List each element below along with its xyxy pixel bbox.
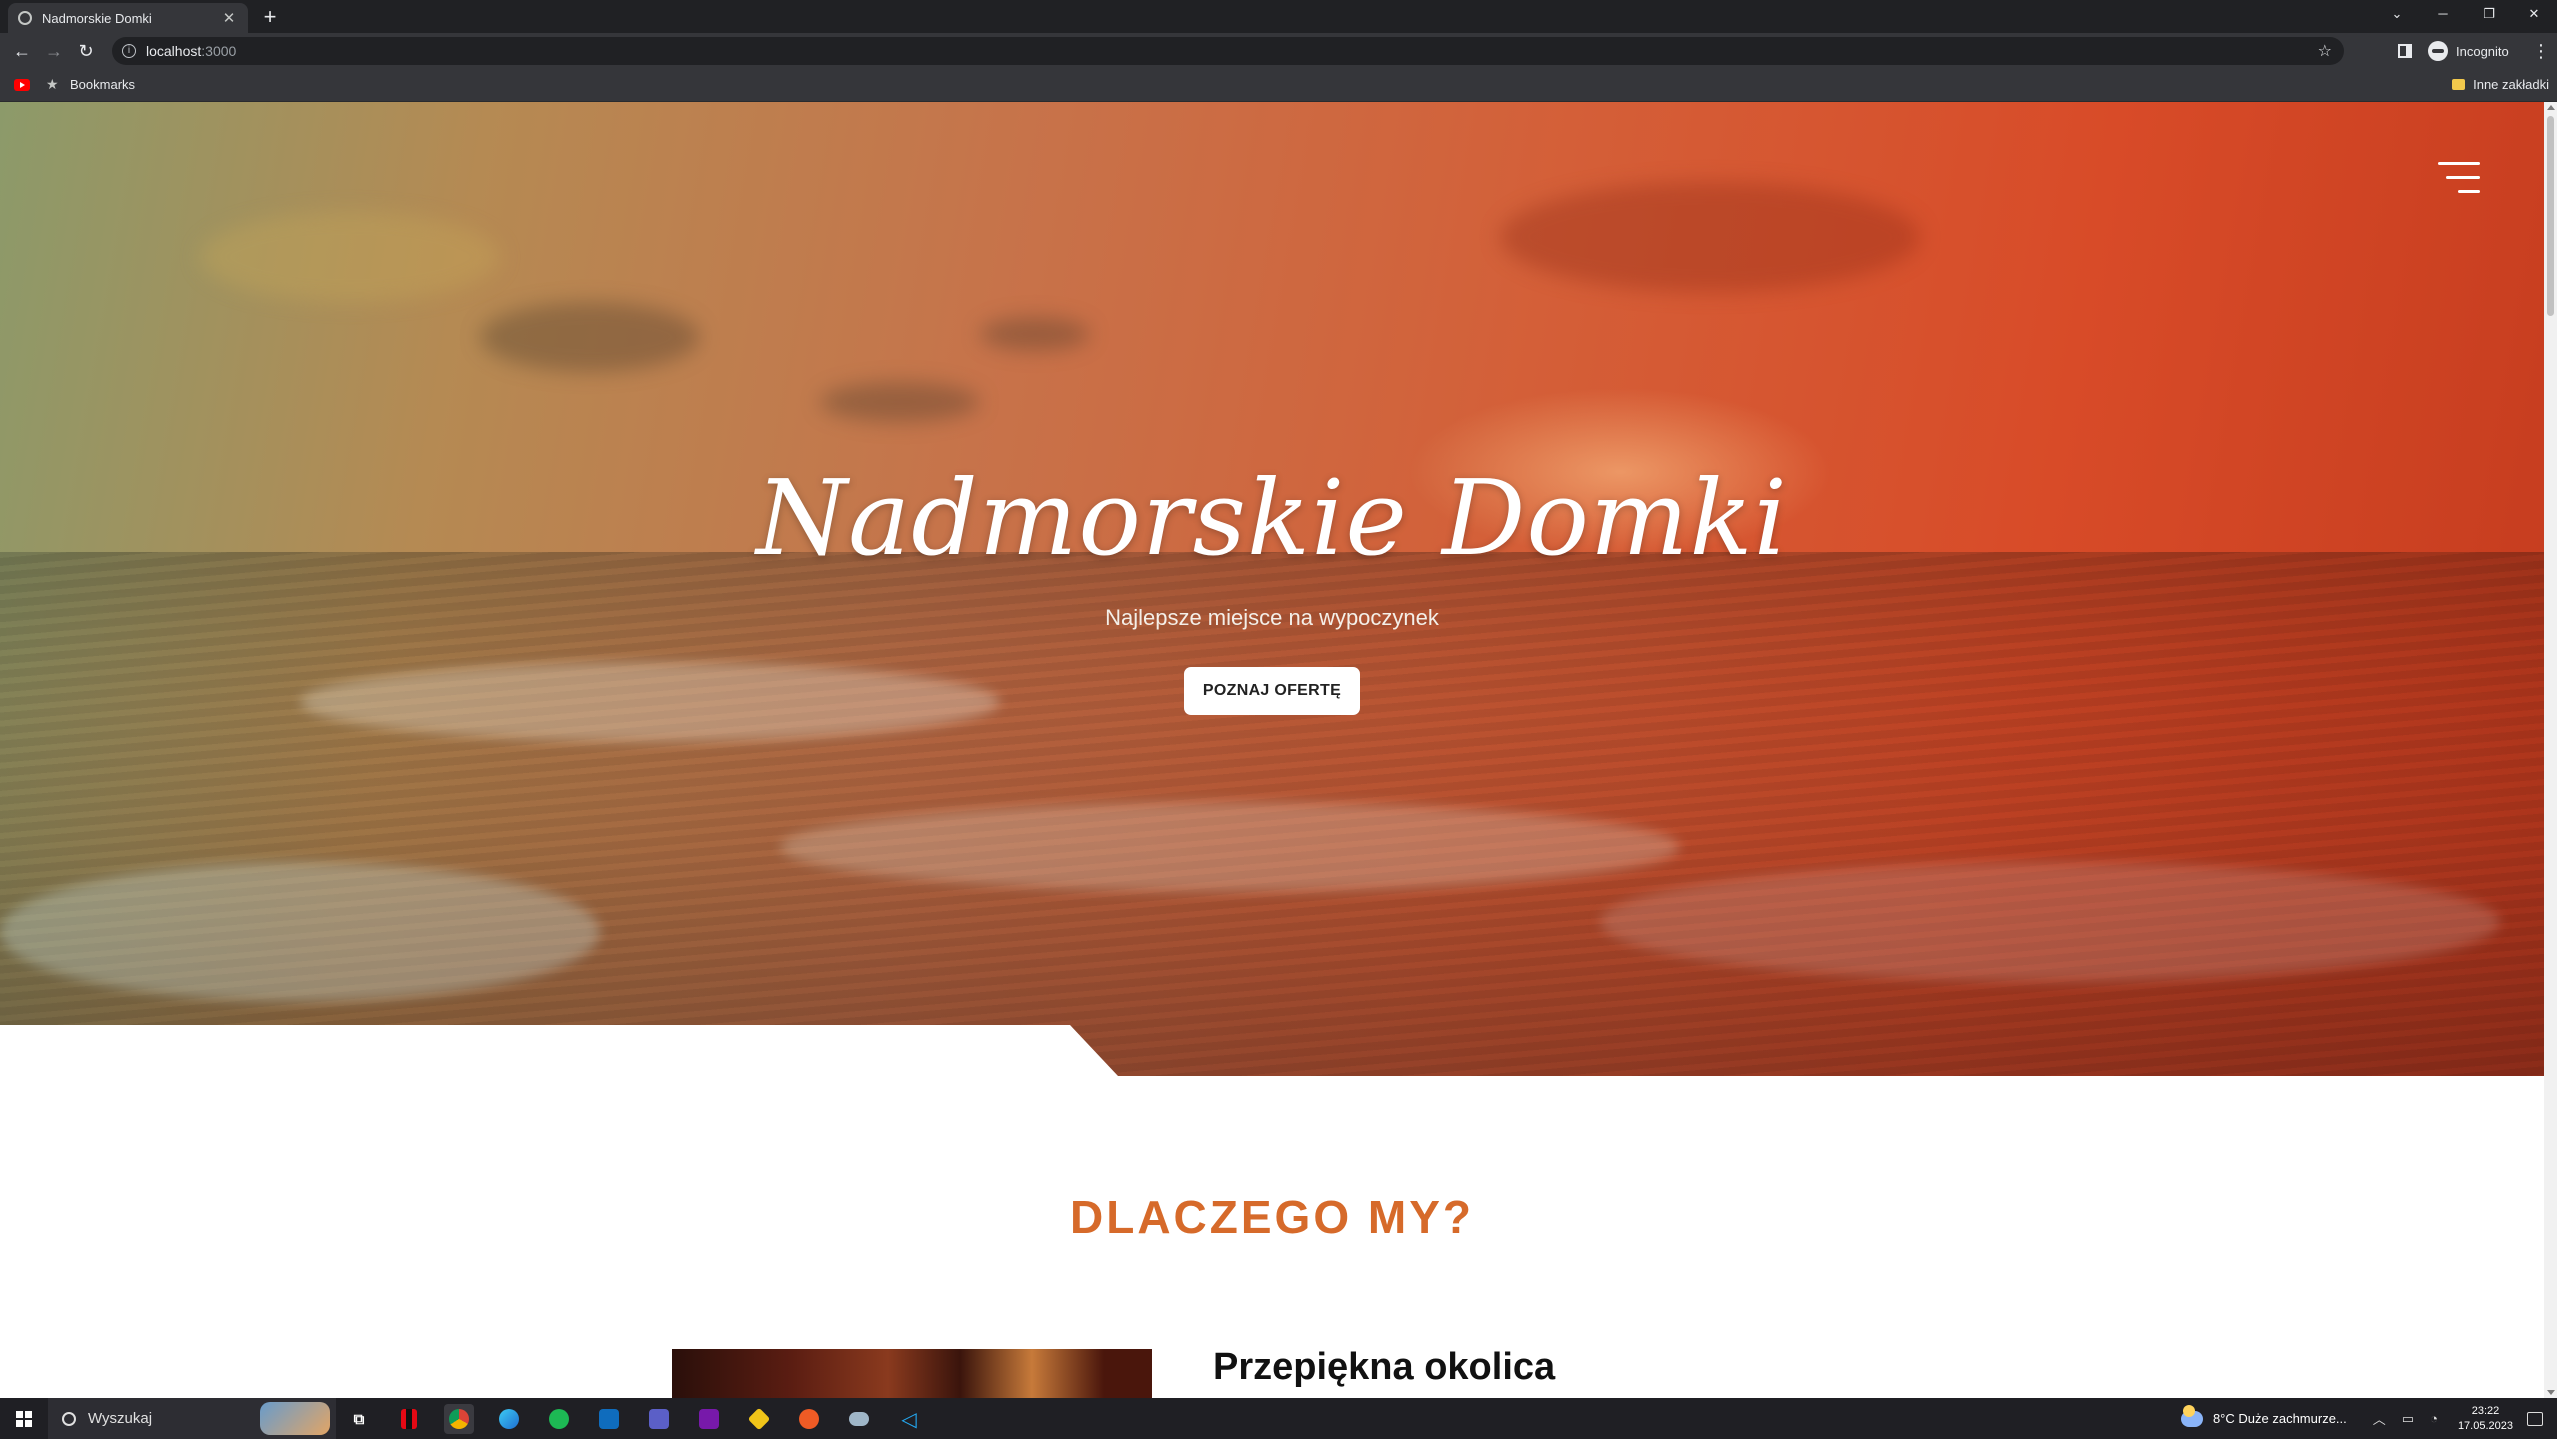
browser-tab-strip: Nadmorskie Domki ✕ + ⌄ ─ ❐ ✕ bbox=[0, 0, 2557, 33]
spotify-icon[interactable] bbox=[544, 1404, 574, 1434]
hamburger-menu-icon[interactable] bbox=[2438, 162, 2480, 196]
wave-shape bbox=[1600, 862, 2500, 982]
incognito-icon bbox=[2428, 41, 2448, 61]
windows-taskbar: Wyszukaj ⧉ ◁ 8°C Duże zachmurze... ︿ ▭ ◔… bbox=[0, 1398, 2557, 1439]
restore-button[interactable]: ❐ bbox=[2466, 0, 2512, 30]
task-view-icon[interactable]: ⧉ bbox=[344, 1404, 374, 1434]
teams-icon[interactable] bbox=[644, 1404, 674, 1434]
onenote-icon[interactable] bbox=[694, 1404, 724, 1434]
tab-search-icon[interactable]: ⌄ bbox=[2374, 0, 2420, 30]
section-title: DLACZEGO MY? bbox=[1070, 1191, 1474, 1243]
postman-icon[interactable] bbox=[794, 1404, 824, 1434]
wave-shape bbox=[0, 862, 600, 1002]
address-bar[interactable]: i localhost:3000 ☆ bbox=[112, 37, 2344, 65]
scroll-up-icon[interactable] bbox=[2547, 105, 2555, 110]
page-viewport: Nadmorskie Domki Najlepsze miejsce na wy… bbox=[0, 102, 2544, 1398]
browser-toolbar: ← → ↻ i localhost:3000 ☆ Incognito ⋮ bbox=[0, 33, 2557, 69]
cloud-shape bbox=[480, 302, 700, 372]
globe-icon bbox=[18, 11, 32, 25]
url-port: :3000 bbox=[201, 43, 237, 59]
forward-button[interactable]: → bbox=[42, 39, 66, 63]
search-placeholder: Wyszukaj bbox=[88, 1410, 153, 1427]
cloud-shape bbox=[820, 382, 980, 422]
netflix-icon[interactable] bbox=[394, 1404, 424, 1434]
close-tab-icon[interactable]: ✕ bbox=[220, 9, 238, 27]
cloud-shape bbox=[1500, 182, 1920, 292]
weather-cloud-icon[interactable] bbox=[2180, 1404, 2203, 1427]
windows-start-icon[interactable] bbox=[16, 1411, 32, 1427]
wave-shape bbox=[300, 662, 1000, 742]
offer-button[interactable]: POZNAJ OFERTĘ bbox=[1184, 667, 1360, 715]
wifi-icon[interactable]: ◔ bbox=[2430, 1411, 2438, 1426]
scroll-down-icon[interactable] bbox=[2547, 1390, 2555, 1395]
profile-label: Incognito bbox=[2456, 43, 2509, 59]
search-highlight-image bbox=[260, 1402, 330, 1435]
weather-label[interactable]: 8°C Duże zachmurze... bbox=[2213, 1411, 2347, 1426]
wave-shape bbox=[780, 802, 1680, 892]
notification-icon[interactable] bbox=[2527, 1411, 2543, 1426]
outlook-icon[interactable] bbox=[594, 1404, 624, 1434]
feature-image bbox=[672, 1349, 1152, 1398]
hero-subtitle: Najlepsze miejsce na wypoczynek bbox=[1105, 605, 1439, 630]
clock[interactable]: 23:22 17.05.2023 bbox=[2458, 1404, 2513, 1434]
other-bookmarks-label: Inne zakładki bbox=[2473, 77, 2549, 92]
chevron-up-icon[interactable]: ︿ bbox=[2373, 1409, 2386, 1428]
vscode-icon[interactable]: ◁ bbox=[894, 1404, 924, 1434]
info-icon[interactable]: i bbox=[122, 44, 136, 58]
scrollbar-thumb[interactable] bbox=[2547, 116, 2554, 316]
bookmark-star-icon[interactable]: ☆ bbox=[2318, 41, 2332, 61]
other-bookmarks[interactable]: Inne zakładki bbox=[2452, 77, 2549, 92]
tab-title: Nadmorskie Domki bbox=[42, 10, 152, 26]
profile-button[interactable]: Incognito bbox=[2428, 39, 2509, 63]
cloud-shape bbox=[980, 317, 1090, 351]
hero-title: Nadmorskie Domki bbox=[756, 457, 1788, 579]
search-icon bbox=[62, 1411, 76, 1426]
feature-heading: Przepiękna okolica bbox=[1213, 1346, 1556, 1388]
bookmarks-link[interactable]: Bookmarks bbox=[70, 77, 135, 92]
git-icon[interactable] bbox=[744, 1404, 774, 1434]
hero-section: Nadmorskie Domki Najlepsze miejsce na wy… bbox=[0, 102, 2544, 1076]
youtube-icon[interactable] bbox=[14, 79, 30, 91]
system-tray: 8°C Duże zachmurze... ︿ ▭ ◔ 23:22 17.05.… bbox=[2180, 1398, 2557, 1439]
minimize-button[interactable]: ─ bbox=[2420, 0, 2466, 30]
browser-tab[interactable]: Nadmorskie Domki ✕ bbox=[8, 3, 248, 33]
bookmarks-star-icon: ★ bbox=[46, 76, 59, 92]
clock-time: 23:22 bbox=[2471, 1404, 2500, 1417]
taskbar-search[interactable]: Wyszukaj bbox=[48, 1398, 336, 1439]
edge-icon[interactable] bbox=[494, 1404, 524, 1434]
bookmarks-bar: ★ Bookmarks Inne zakładki bbox=[0, 69, 2557, 102]
battery-icon[interactable]: ▭ bbox=[2402, 1411, 2414, 1427]
reload-button[interactable]: ↻ bbox=[74, 39, 98, 63]
url-host: localhost bbox=[146, 43, 202, 59]
close-window-button[interactable]: ✕ bbox=[2511, 0, 2557, 30]
cloud-shape bbox=[200, 212, 500, 302]
cloud-app-icon[interactable] bbox=[844, 1404, 874, 1434]
browser-menu-icon[interactable]: ⋮ bbox=[2532, 39, 2550, 63]
page-scrollbar[interactable] bbox=[2544, 102, 2557, 1398]
clock-date: 17.05.2023 bbox=[2457, 1419, 2513, 1432]
side-panel-icon[interactable] bbox=[2398, 44, 2412, 58]
new-tab-button[interactable]: + bbox=[258, 5, 282, 29]
back-button[interactable]: ← bbox=[10, 39, 34, 63]
chrome-icon[interactable] bbox=[444, 1404, 474, 1434]
folder-icon bbox=[2452, 79, 2466, 90]
